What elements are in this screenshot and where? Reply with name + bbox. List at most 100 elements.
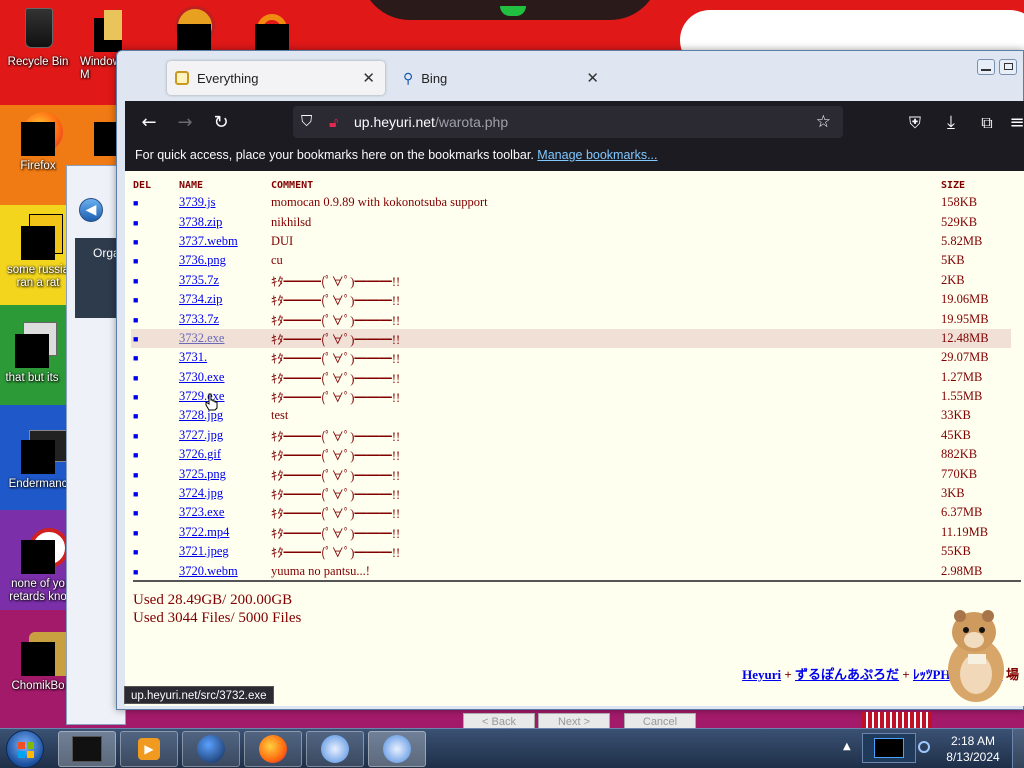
reload-icon[interactable]: ↻ — [209, 111, 233, 135]
minimize-button[interactable] — [977, 59, 995, 75]
delete-checkbox[interactable]: ■ — [131, 232, 177, 251]
tab-everything[interactable]: Everything ✕ — [167, 61, 385, 95]
delete-checkbox[interactable]: ■ — [131, 368, 177, 387]
pocket-icon[interactable]: ⛨ — [903, 111, 927, 135]
desktop-icon-recycle-bin[interactable]: Recycle Bin — [0, 6, 78, 69]
file-size: 19.06MB — [941, 292, 989, 307]
manage-bookmarks-link[interactable]: Manage bookmarks... — [537, 148, 657, 162]
delete-checkbox[interactable]: ■ — [131, 212, 177, 231]
file-link[interactable]: 3720.webm — [179, 564, 238, 578]
file-link[interactable]: 3737.webm — [179, 234, 238, 248]
taskbar-app-firefox[interactable] — [244, 731, 302, 767]
file-link[interactable]: 3724.jpg — [179, 486, 223, 500]
desktop-icon-windows[interactable]: Window M — [72, 6, 122, 82]
delete-checkbox[interactable]: ■ — [131, 348, 177, 367]
delete-checkbox[interactable]: ■ — [131, 426, 177, 445]
table-row: ■ 3724.jpg ｷﾀ━━━(ﾟ∀ﾟ)━━━!! 3KB — [131, 484, 1011, 503]
url-bar[interactable]: ⛉ 🔓︎ up.heyuri.net/warota.php ☆ — [293, 106, 843, 138]
insecure-lock-icon[interactable]: 🔓︎ — [329, 106, 338, 138]
file-size: 2.98MB — [941, 563, 983, 578]
file-link[interactable]: 3723.exe — [179, 505, 224, 519]
delete-checkbox[interactable]: ■ — [131, 503, 177, 522]
delete-checkbox[interactable]: ■ — [131, 561, 177, 580]
back-arrow-icon[interactable]: ← — [137, 111, 161, 135]
shield-icon[interactable]: ⛉ — [301, 106, 312, 138]
file-link[interactable]: 3735.7z — [179, 273, 219, 287]
installer-icon — [321, 735, 349, 763]
file-name-cell: 3733.7z — [177, 309, 269, 328]
file-link[interactable]: 3732.exe — [179, 331, 224, 345]
windows-shortcut-icon — [74, 6, 122, 52]
taskbar-app-media[interactable]: ▶ — [120, 731, 178, 767]
footer-link-heyuri[interactable]: Heyuri — [742, 667, 781, 682]
desktop-icon-unnamed[interactable] — [72, 110, 128, 160]
file-comment: ｷﾀ━━━(ﾟ∀ﾟ)━━━!! — [271, 313, 401, 328]
file-comment: nikhilsd — [271, 214, 312, 229]
folder-favicon-icon — [175, 71, 189, 85]
file-link[interactable]: 3736.png — [179, 253, 226, 267]
file-name-cell: 3736.png — [177, 251, 269, 270]
network-icon[interactable] — [918, 741, 930, 753]
maximize-button[interactable] — [999, 59, 1017, 75]
delete-checkbox[interactable]: ■ — [131, 309, 177, 328]
file-link[interactable]: 3733.7z — [179, 312, 219, 326]
taskbar-app-1[interactable] — [58, 731, 116, 767]
file-link[interactable]: 3734.zip — [179, 292, 222, 306]
table-row: ■ 3723.exe ｷﾀ━━━(ﾟ∀ﾟ)━━━!! 6.37MB — [131, 503, 1011, 522]
delete-checkbox[interactable]: ■ — [131, 193, 177, 212]
taskbar-app-installer[interactable] — [306, 731, 364, 767]
footer-link-zurupon[interactable]: ずるぽんあぷろだ — [795, 667, 899, 682]
delete-checkbox[interactable]: ■ — [131, 484, 177, 503]
system-clock[interactable]: 2:18 AM 8/13/2024 — [938, 733, 1008, 765]
back-arrow-icon[interactable]: ◀ — [79, 198, 103, 222]
bookmark-star-icon[interactable]: ☆ — [816, 106, 831, 138]
taskbar-app-globe[interactable] — [182, 731, 240, 767]
delete-checkbox[interactable]: ■ — [131, 251, 177, 270]
file-link[interactable]: 3731. — [179, 350, 207, 364]
table-row: ■ 3725.png ｷﾀ━━━(ﾟ∀ﾟ)━━━!! 770KB — [131, 464, 1011, 483]
file-link[interactable]: 3727.jpg — [179, 428, 223, 442]
delete-checkbox[interactable]: ■ — [131, 523, 177, 542]
tray-app-icon[interactable] — [862, 733, 916, 763]
file-name-cell: 3731. — [177, 348, 269, 367]
delete-checkbox[interactable]: ■ — [131, 290, 177, 309]
file-link[interactable]: 3721.jpeg — [179, 544, 229, 558]
desktop-icon-app[interactable] — [148, 6, 215, 58]
start-button[interactable] — [6, 730, 44, 768]
menu-icon[interactable]: ≡ — [1005, 111, 1024, 135]
file-comment: ｷﾀ━━━(ﾟ∀ﾟ)━━━!! — [271, 429, 401, 444]
taskbar-app-installer-2[interactable] — [368, 731, 426, 767]
delete-checkbox[interactable]: ■ — [131, 542, 177, 561]
desktop-icon-firefox[interactable]: Firefox — [0, 110, 78, 173]
close-tab-icon[interactable]: ✕ — [362, 69, 375, 87]
file-name-cell: 3732.exe — [177, 328, 269, 349]
tab-bing[interactable]: ⚲ Bing ✕ — [393, 61, 609, 95]
file-link[interactable]: 3730.exe — [179, 370, 224, 384]
file-size: 5.82MB — [941, 233, 983, 248]
file-link[interactable]: 3725.png — [179, 467, 226, 481]
delete-checkbox[interactable]: ■ — [131, 445, 177, 464]
desktop-icon-app-2[interactable] — [222, 6, 289, 58]
downloads-icon[interactable]: ⤓ — [939, 111, 963, 135]
file-link[interactable]: 3739.js — [179, 195, 215, 209]
delete-checkbox[interactable]: ■ — [131, 387, 177, 406]
file-link[interactable]: 3726.gif — [179, 447, 221, 461]
file-comment: ｷﾀ━━━(ﾟ∀ﾟ)━━━!! — [271, 488, 401, 503]
forward-arrow-icon[interactable]: → — [173, 111, 197, 135]
show-desktop-button[interactable] — [1012, 729, 1024, 768]
delete-checkbox[interactable]: ■ — [131, 328, 177, 349]
desktop-icon-that-but-its[interactable]: that but its — [0, 322, 72, 385]
delete-checkbox[interactable]: ■ — [131, 271, 177, 290]
show-hidden-icons-icon[interactable]: ▲ — [843, 741, 851, 752]
tab-title: Everything — [197, 70, 259, 86]
file-size: 158KB — [941, 195, 978, 210]
extensions-icon[interactable]: ⧉ — [975, 111, 999, 135]
app-shortcut-icon — [229, 6, 289, 58]
file-link[interactable]: 3738.zip — [179, 215, 222, 229]
file-link[interactable]: 3722.mp4 — [179, 525, 229, 539]
delete-checkbox[interactable]: ■ — [131, 406, 177, 425]
navigation-toolbar: ← → ↻ ⛉ 🔓︎ up.heyuri.net/warota.php ☆ ⛨ … — [125, 101, 1024, 145]
firefox-window[interactable]: Everything ✕ ⚲ Bing ✕ ← → ↻ ⛉ 🔓︎ up.heyu… — [116, 50, 1024, 710]
close-tab-icon[interactable]: ✕ — [586, 69, 599, 87]
delete-checkbox[interactable]: ■ — [131, 464, 177, 483]
